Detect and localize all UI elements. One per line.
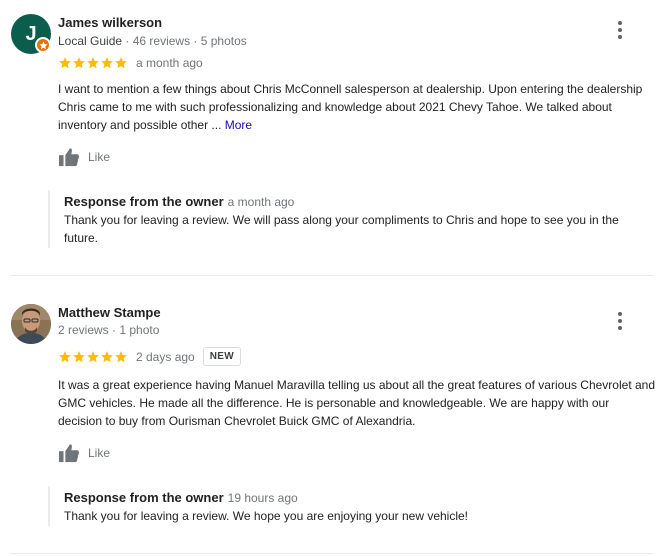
thumbs-up-icon xyxy=(59,148,79,167)
more-options-icon[interactable] xyxy=(608,309,632,333)
star-icon xyxy=(101,57,113,69)
star-icon xyxy=(115,57,127,69)
reviewer-avatar[interactable] xyxy=(11,304,51,344)
star-rating xyxy=(58,350,128,364)
owner-response-title: Response from the owner xyxy=(64,194,224,209)
meta-separator: · xyxy=(190,34,201,48)
reviewer-photo xyxy=(11,304,51,344)
review-divider xyxy=(10,275,653,276)
review-count: 2 reviews xyxy=(58,323,109,337)
star-rating xyxy=(58,56,128,70)
rating-row: a month ago xyxy=(58,56,203,70)
local-guide-badge-icon xyxy=(35,37,51,53)
star-icon xyxy=(73,350,85,362)
rating-row: 2 days ago NEW xyxy=(58,347,241,366)
review-body: I want to mention a few things about Chr… xyxy=(58,82,643,132)
review-count: 46 reviews xyxy=(132,34,191,48)
star-icon xyxy=(73,57,85,69)
owner-response-text: Thank you for leaving a review. We hope … xyxy=(64,509,469,523)
like-label: Like xyxy=(88,446,111,460)
reviewer-name[interactable]: Matthew Stampe xyxy=(58,305,161,320)
star-icon xyxy=(59,57,71,69)
like-label: Like xyxy=(88,150,111,164)
meta-separator: · xyxy=(108,323,120,337)
owner-response-date: a month ago xyxy=(227,195,295,209)
owner-response-date: 19 hours ago xyxy=(227,491,298,505)
meta-separator: · xyxy=(122,34,133,48)
owner-response-title: Response from the owner xyxy=(64,490,224,505)
review-date: a month ago xyxy=(136,56,203,70)
owner-response-text: Thank you for leaving a review. We will … xyxy=(64,213,619,245)
reviewer-meta: Local Guide · 46 reviews · 5 photos xyxy=(58,34,247,48)
review-date: 2 days ago xyxy=(136,349,195,364)
photo-count: 5 photos xyxy=(200,34,247,48)
review-text: It was a great experience having Manuel … xyxy=(58,378,656,428)
like-button[interactable]: Like xyxy=(58,147,110,167)
star-icon xyxy=(101,350,113,362)
like-button[interactable]: Like xyxy=(58,443,110,463)
review-divider xyxy=(10,553,653,554)
new-badge: NEW xyxy=(202,347,241,366)
star-icon xyxy=(115,350,127,362)
owner-response-heading: Response from the owner a month ago xyxy=(64,194,654,209)
review-text: I want to mention a few things about Chr… xyxy=(58,80,656,134)
owner-response: Response from the owner a month ago Thank… xyxy=(48,190,654,248)
reviewer-name[interactable]: James wilkerson xyxy=(58,15,162,30)
star-icon xyxy=(59,350,71,362)
reviewer-meta: 2 reviews · 1 photo xyxy=(58,323,159,337)
star-icon xyxy=(87,57,99,69)
more-link[interactable]: More xyxy=(225,118,252,132)
owner-response: Response from the owner 19 hours ago Than… xyxy=(48,486,654,526)
star-icon xyxy=(87,350,99,362)
more-options-icon[interactable] xyxy=(608,18,632,42)
local-guide-label: Local Guide xyxy=(58,34,123,48)
photo-count: 1 photo xyxy=(119,323,160,337)
thumbs-up-icon xyxy=(59,444,79,463)
owner-response-heading: Response from the owner 19 hours ago xyxy=(64,490,654,505)
